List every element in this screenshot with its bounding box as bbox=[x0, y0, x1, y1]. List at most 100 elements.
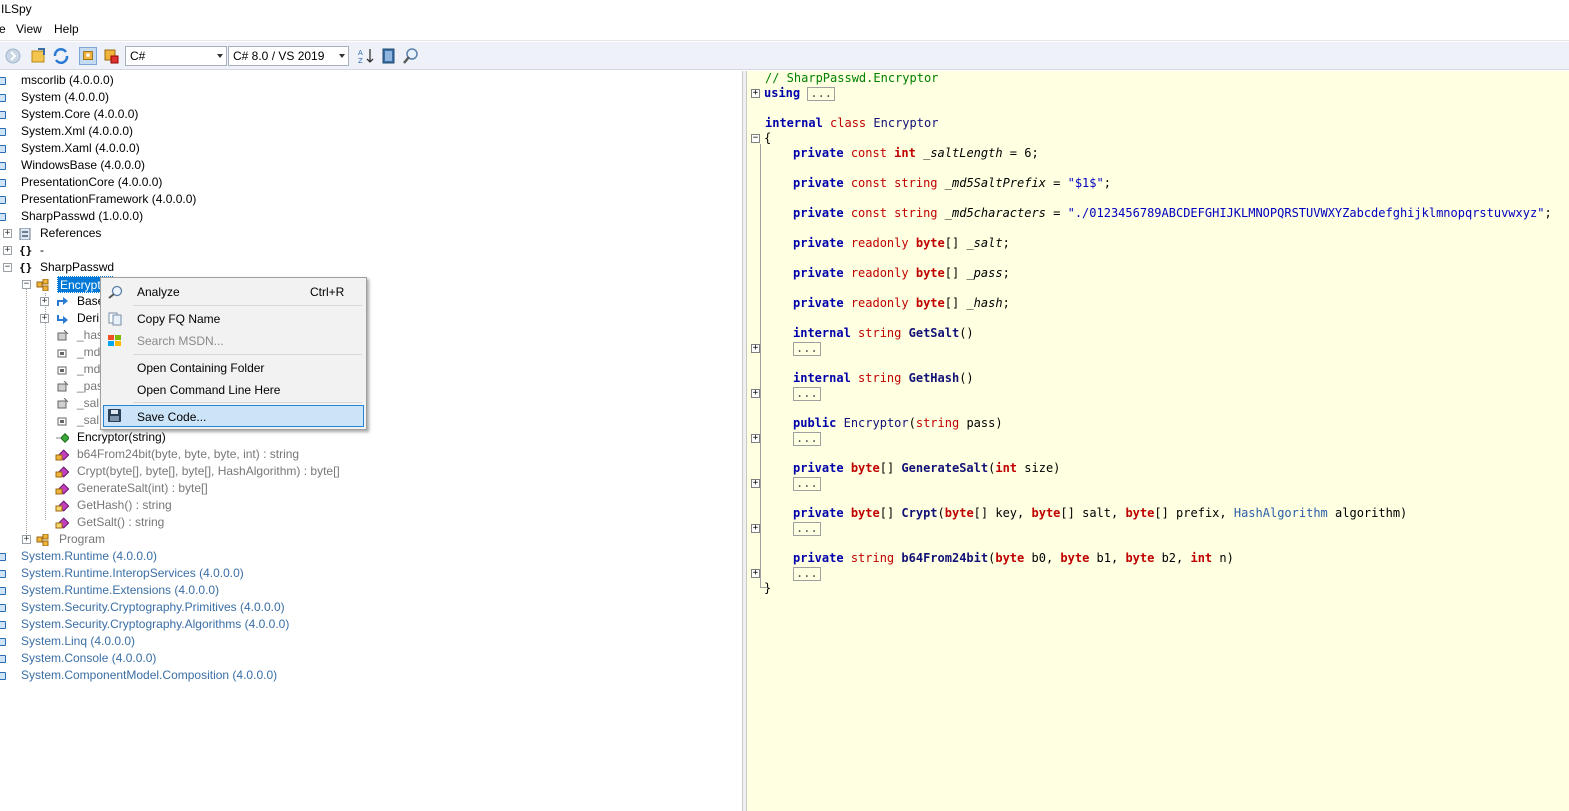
code-line: internal class Encryptor bbox=[765, 116, 939, 130]
tree-label: _sal bbox=[77, 413, 100, 427]
open-file-icon[interactable] bbox=[30, 47, 48, 65]
code-line: private const int _saltLength = 6; bbox=[793, 146, 1039, 160]
code-view[interactable]: // SharpPasswd.Encryptor + using ... int… bbox=[747, 71, 1569, 811]
code-line: ... bbox=[793, 476, 821, 491]
collapse-icon[interactable]: − bbox=[22, 280, 31, 289]
tree-label: System (4.0.0.0) bbox=[21, 90, 110, 104]
references-icon bbox=[19, 228, 31, 240]
svg-text:Z: Z bbox=[358, 57, 363, 65]
field-icon bbox=[57, 417, 67, 426]
menu-item-open-containing-folder[interactable]: Open Containing Folder bbox=[103, 357, 364, 379]
code-line: ... bbox=[793, 431, 821, 446]
code-line: ... bbox=[793, 521, 821, 536]
svg-text:A: A bbox=[358, 49, 363, 57]
folded-block[interactable]: ... bbox=[807, 86, 836, 101]
language-select[interactable]: C# bbox=[125, 46, 227, 66]
show-public-only-icon[interactable] bbox=[79, 47, 97, 65]
menu-item-open-command-line[interactable]: Open Command Line Here bbox=[103, 379, 364, 401]
menu-item-copy-fq-name[interactable]: Copy FQ Name bbox=[103, 308, 364, 330]
tree-label: WindowsBase (4.0.0.0) bbox=[21, 158, 146, 172]
tree-label: System.Xml (4.0.0.0) bbox=[21, 124, 134, 138]
code-line: private readonly byte[] _hash; bbox=[793, 296, 1010, 310]
class-icon bbox=[36, 279, 49, 291]
assembly-icon bbox=[0, 94, 6, 102]
fold-expand-icon[interactable]: + bbox=[751, 524, 760, 533]
code-line: ... bbox=[793, 386, 821, 401]
title-bar: ILSpy bbox=[0, 0, 1569, 19]
assembly-icon bbox=[0, 145, 6, 153]
tree-label: Encryptor(string) bbox=[77, 430, 166, 444]
folded-block[interactable]: ... bbox=[793, 431, 821, 446]
code-line: internal string GetHash() bbox=[793, 371, 974, 385]
manage-lists-icon[interactable] bbox=[380, 47, 398, 65]
assembly-icon bbox=[0, 655, 6, 663]
tree-label: mscorlib (4.0.0.0) bbox=[21, 73, 114, 87]
expand-icon[interactable]: + bbox=[40, 314, 49, 323]
folded-block[interactable]: ... bbox=[793, 386, 821, 401]
show-all-members-icon[interactable] bbox=[102, 47, 120, 65]
menu-view[interactable]: View bbox=[16, 22, 42, 36]
assembly-icon bbox=[0, 553, 6, 561]
fold-expand-icon[interactable]: + bbox=[751, 344, 760, 353]
tree-label: - bbox=[40, 243, 44, 257]
assembly-icon bbox=[0, 196, 6, 204]
expand-icon[interactable]: + bbox=[3, 229, 12, 238]
save-icon bbox=[108, 409, 121, 422]
code-line: private const string _md5SaltPrefix = "$… bbox=[793, 176, 1111, 190]
fold-expand-icon[interactable]: + bbox=[751, 389, 760, 398]
expand-icon[interactable]: + bbox=[3, 246, 12, 255]
collapse-icon[interactable]: − bbox=[3, 263, 12, 272]
code-line: internal string GetSalt() bbox=[793, 326, 974, 340]
language-version-select[interactable]: C# 8.0 / VS 2019 bbox=[228, 46, 349, 66]
tree-label: _md bbox=[77, 362, 101, 376]
fold-expand-icon[interactable]: + bbox=[751, 89, 760, 98]
assembly-icon bbox=[0, 570, 6, 578]
field-icon bbox=[57, 398, 69, 409]
fold-expand-icon[interactable]: + bbox=[751, 479, 760, 488]
reload-icon[interactable] bbox=[52, 47, 70, 65]
folded-block[interactable]: ... bbox=[793, 566, 821, 581]
namespace-icon: {} bbox=[19, 244, 33, 257]
field-icon bbox=[57, 381, 69, 392]
assembly-tree[interactable]: mscorlib (4.0.0.0) System (4.0.0.0) Syst… bbox=[0, 71, 742, 811]
tree-label: System.Security.Cryptography.Primitives … bbox=[21, 600, 285, 614]
folded-block[interactable]: ... bbox=[793, 341, 821, 356]
expand-icon[interactable]: + bbox=[40, 297, 49, 306]
fold-expand-icon[interactable]: + bbox=[751, 569, 760, 578]
private-method-icon bbox=[55, 483, 69, 495]
back-icon[interactable] bbox=[4, 47, 22, 65]
menu-item-analyze[interactable]: Analyze Ctrl+R bbox=[103, 281, 364, 303]
menu-file[interactable]: e bbox=[0, 22, 6, 36]
context-menu: Analyze Ctrl+R Copy FQ Name Search MSDN.… bbox=[100, 277, 367, 430]
code-line: { bbox=[764, 131, 772, 145]
search-icon[interactable] bbox=[402, 47, 420, 65]
folded-block[interactable]: ... bbox=[793, 521, 821, 536]
menu-help[interactable]: Help bbox=[54, 22, 79, 36]
field-icon bbox=[57, 366, 67, 375]
fold-expand-icon[interactable]: + bbox=[751, 434, 760, 443]
menu-item-save-code[interactable]: Save Code... bbox=[103, 405, 364, 427]
fold-collapse-icon[interactable]: − bbox=[751, 134, 760, 143]
assembly-icon bbox=[0, 128, 6, 136]
tree-label: PresentationFramework (4.0.0.0) bbox=[21, 192, 197, 206]
tree-label: System.Runtime (4.0.0.0) bbox=[21, 549, 158, 563]
menu-separator bbox=[133, 402, 362, 403]
assembly-icon bbox=[0, 672, 6, 680]
expand-icon[interactable]: + bbox=[22, 535, 31, 544]
code-line: private readonly byte[] _salt; bbox=[793, 236, 1010, 250]
tree-label: System.Console (4.0.0.0) bbox=[21, 651, 157, 665]
code-line: using ... bbox=[764, 86, 836, 101]
copy-icon bbox=[108, 312, 122, 326]
tree-guide-line bbox=[45, 293, 46, 520]
field-icon bbox=[57, 330, 69, 341]
field-icon bbox=[57, 349, 67, 358]
tree-label: References bbox=[40, 226, 102, 240]
assembly-icon bbox=[0, 621, 6, 629]
menu-item-search-msdn[interactable]: Search MSDN... bbox=[103, 330, 364, 352]
folded-block[interactable]: ... bbox=[793, 476, 821, 491]
tree-label: SharpPasswd bbox=[40, 260, 115, 274]
sort-icon[interactable]: AZ bbox=[357, 47, 375, 65]
code-line: ... bbox=[793, 566, 821, 581]
menu-separator bbox=[133, 305, 362, 306]
search-icon bbox=[108, 285, 123, 299]
